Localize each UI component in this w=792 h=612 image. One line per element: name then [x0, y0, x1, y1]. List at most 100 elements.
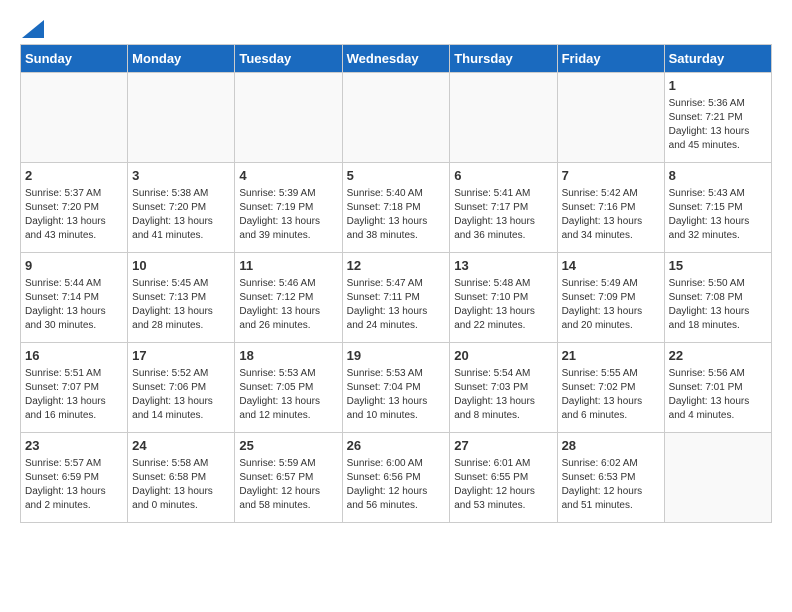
calendar-week-row: 1 Sunrise: 5:36 AM Sunset: 7:21 PM Daylig…: [21, 73, 772, 163]
day-number: 24: [132, 437, 230, 455]
day-number: 3: [132, 167, 230, 185]
calendar-cell: 23Sunrise: 5:57 AM Sunset: 6:59 PM Dayli…: [21, 433, 128, 523]
day-info: Sunrise: 5:58 AM Sunset: 6:58 PM Dayligh…: [132, 457, 230, 513]
calendar-cell: [128, 73, 235, 163]
calendar-cell: 26Sunrise: 6:00 AM Sunset: 6:56 PM Dayli…: [342, 433, 450, 523]
day-info: Sunrise: 5:51 AM Sunset: 7:07 PM Dayligh…: [25, 367, 123, 423]
calendar-cell: [21, 73, 128, 163]
day-number: 19: [347, 347, 446, 365]
day-number: 7: [562, 167, 660, 185]
day-number: 1: [669, 77, 767, 95]
day-info: Sunrise: 5:42 AM Sunset: 7:16 PM Dayligh…: [562, 187, 660, 243]
calendar-cell: 15 Sunrise: 5:50 AM Sunset: 7:08 PM Dayli…: [664, 253, 771, 343]
day-info: Sunrise: 5:59 AM Sunset: 6:57 PM Dayligh…: [239, 457, 337, 513]
day-info: Sunrise: 5:47 AM Sunset: 7:11 PM Dayligh…: [347, 277, 446, 333]
day-info: Sunrise: 6:02 AM Sunset: 6:53 PM Dayligh…: [562, 457, 660, 513]
calendar-cell: [450, 73, 557, 163]
calendar-cell: 1 Sunrise: 5:36 AM Sunset: 7:21 PM Daylig…: [664, 73, 771, 163]
day-header-thursday: Thursday: [450, 45, 557, 73]
day-info: Sunrise: 5:44 AM Sunset: 7:14 PM Dayligh…: [25, 277, 123, 333]
day-number: 14: [562, 257, 660, 275]
day-info: Sunrise: 5:41 AM Sunset: 7:17 PM Dayligh…: [454, 187, 552, 243]
calendar-cell: 27 Sunrise: 6:01 AM Sunset: 6:55 PM Dayli…: [450, 433, 557, 523]
calendar-cell: 7 Sunrise: 5:42 AM Sunset: 7:16 PM Daylig…: [557, 163, 664, 253]
day-number: 17: [132, 347, 230, 365]
calendar-week-row: 23Sunrise: 5:57 AM Sunset: 6:59 PM Dayli…: [21, 433, 772, 523]
day-number: 15: [669, 257, 767, 275]
calendar-cell: 18 Sunrise: 5:53 AM Sunset: 7:05 PM Dayli…: [235, 343, 342, 433]
day-number: 2: [25, 167, 123, 185]
day-info: Sunrise: 5:38 AM Sunset: 7:20 PM Dayligh…: [132, 187, 230, 243]
day-number: 12: [347, 257, 446, 275]
day-number: 8: [669, 167, 767, 185]
day-number: 25: [239, 437, 337, 455]
day-number: 13: [454, 257, 552, 275]
day-info: Sunrise: 5:40 AM Sunset: 7:18 PM Dayligh…: [347, 187, 446, 243]
calendar-cell: 19 Sunrise: 5:53 AM Sunset: 7:04 PM Dayli…: [342, 343, 450, 433]
calendar-cell: [557, 73, 664, 163]
calendar-cell: 17 Sunrise: 5:52 AM Sunset: 7:06 PM Dayli…: [128, 343, 235, 433]
day-info: Sunrise: 6:01 AM Sunset: 6:55 PM Dayligh…: [454, 457, 552, 513]
calendar-cell: 14 Sunrise: 5:49 AM Sunset: 7:09 PM Dayli…: [557, 253, 664, 343]
calendar-cell: 21 Sunrise: 5:55 AM Sunset: 7:02 PM Dayli…: [557, 343, 664, 433]
calendar-cell: 2 Sunrise: 5:37 AM Sunset: 7:20 PM Daylig…: [21, 163, 128, 253]
day-number: 20: [454, 347, 552, 365]
day-info: Sunrise: 5:50 AM Sunset: 7:08 PM Dayligh…: [669, 277, 767, 333]
calendar-week-row: 2 Sunrise: 5:37 AM Sunset: 7:20 PM Daylig…: [21, 163, 772, 253]
day-info: Sunrise: 5:43 AM Sunset: 7:15 PM Dayligh…: [669, 187, 767, 243]
day-number: 21: [562, 347, 660, 365]
calendar-week-row: 16 Sunrise: 5:51 AM Sunset: 7:07 PM Dayli…: [21, 343, 772, 433]
calendar-cell: 3 Sunrise: 5:38 AM Sunset: 7:20 PM Daylig…: [128, 163, 235, 253]
day-number: 22: [669, 347, 767, 365]
calendar-cell: [342, 73, 450, 163]
calendar-header-row: SundayMondayTuesdayWednesdayThursdayFrid…: [21, 45, 772, 73]
day-info: Sunrise: 5:57 AM Sunset: 6:59 PM Dayligh…: [25, 457, 123, 513]
day-info: Sunrise: 5:37 AM Sunset: 7:20 PM Dayligh…: [25, 187, 123, 243]
calendar-cell: 6 Sunrise: 5:41 AM Sunset: 7:17 PM Daylig…: [450, 163, 557, 253]
day-info: Sunrise: 5:45 AM Sunset: 7:13 PM Dayligh…: [132, 277, 230, 333]
calendar-cell: [235, 73, 342, 163]
day-header-friday: Friday: [557, 45, 664, 73]
calendar-cell: 9 Sunrise: 5:44 AM Sunset: 7:14 PM Daylig…: [21, 253, 128, 343]
calendar-cell: 24 Sunrise: 5:58 AM Sunset: 6:58 PM Dayli…: [128, 433, 235, 523]
calendar-cell: 12 Sunrise: 5:47 AM Sunset: 7:11 PM Dayli…: [342, 253, 450, 343]
day-info: Sunrise: 5:52 AM Sunset: 7:06 PM Dayligh…: [132, 367, 230, 423]
calendar-cell: 10Sunrise: 5:45 AM Sunset: 7:13 PM Dayli…: [128, 253, 235, 343]
day-header-monday: Monday: [128, 45, 235, 73]
day-number: 28: [562, 437, 660, 455]
day-info: Sunrise: 5:39 AM Sunset: 7:19 PM Dayligh…: [239, 187, 337, 243]
day-info: Sunrise: 5:36 AM Sunset: 7:21 PM Dayligh…: [669, 97, 767, 153]
day-info: Sunrise: 5:46 AM Sunset: 7:12 PM Dayligh…: [239, 277, 337, 333]
day-number: 5: [347, 167, 446, 185]
day-number: 16: [25, 347, 123, 365]
calendar-cell: 8 Sunrise: 5:43 AM Sunset: 7:15 PM Daylig…: [664, 163, 771, 253]
calendar-cell: 25 Sunrise: 5:59 AM Sunset: 6:57 PM Dayli…: [235, 433, 342, 523]
calendar-cell: [664, 433, 771, 523]
day-info: Sunrise: 5:53 AM Sunset: 7:05 PM Dayligh…: [239, 367, 337, 423]
calendar-cell: 16 Sunrise: 5:51 AM Sunset: 7:07 PM Dayli…: [21, 343, 128, 433]
day-number: 18: [239, 347, 337, 365]
calendar-cell: 28 Sunrise: 6:02 AM Sunset: 6:53 PM Dayli…: [557, 433, 664, 523]
calendar-cell: 11 Sunrise: 5:46 AM Sunset: 7:12 PM Dayli…: [235, 253, 342, 343]
calendar-table: SundayMondayTuesdayWednesdayThursdayFrid…: [20, 44, 772, 523]
calendar-cell: 22 Sunrise: 5:56 AM Sunset: 7:01 PM Dayli…: [664, 343, 771, 433]
calendar-cell: 13 Sunrise: 5:48 AM Sunset: 7:10 PM Dayli…: [450, 253, 557, 343]
page-header: [20, 20, 772, 34]
day-info: Sunrise: 5:56 AM Sunset: 7:01 PM Dayligh…: [669, 367, 767, 423]
logo-bird-icon: [22, 20, 44, 38]
day-number: 4: [239, 167, 337, 185]
calendar-cell: 4 Sunrise: 5:39 AM Sunset: 7:19 PM Daylig…: [235, 163, 342, 253]
day-info: Sunrise: 5:55 AM Sunset: 7:02 PM Dayligh…: [562, 367, 660, 423]
day-number: 27: [454, 437, 552, 455]
day-number: 9: [25, 257, 123, 275]
day-info: Sunrise: 5:48 AM Sunset: 7:10 PM Dayligh…: [454, 277, 552, 333]
day-number: 6: [454, 167, 552, 185]
day-info: Sunrise: 6:00 AM Sunset: 6:56 PM Dayligh…: [347, 457, 446, 513]
calendar-week-row: 9 Sunrise: 5:44 AM Sunset: 7:14 PM Daylig…: [21, 253, 772, 343]
day-info: Sunrise: 5:49 AM Sunset: 7:09 PM Dayligh…: [562, 277, 660, 333]
calendar-cell: 5 Sunrise: 5:40 AM Sunset: 7:18 PM Daylig…: [342, 163, 450, 253]
day-info: Sunrise: 5:53 AM Sunset: 7:04 PM Dayligh…: [347, 367, 446, 423]
day-header-sunday: Sunday: [21, 45, 128, 73]
day-number: 11: [239, 257, 337, 275]
day-header-tuesday: Tuesday: [235, 45, 342, 73]
